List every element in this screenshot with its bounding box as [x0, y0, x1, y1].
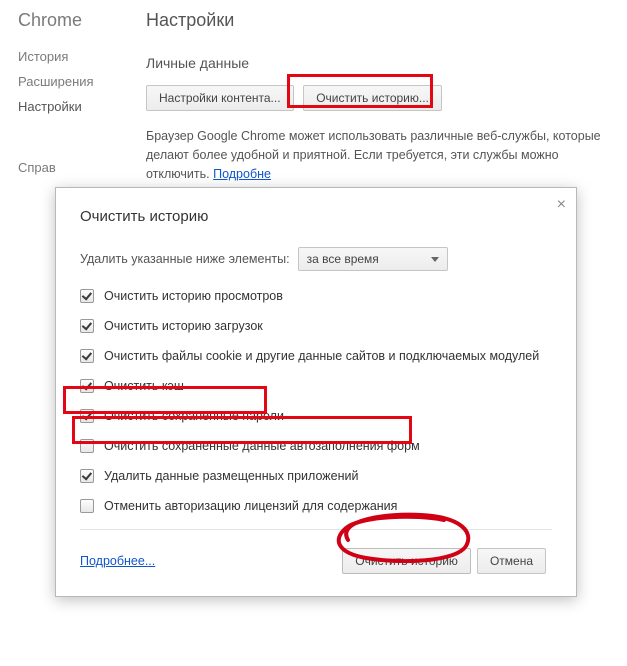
check-row-passwords: Очистить сохраненные пароли [80, 407, 552, 425]
app-title: Chrome [18, 10, 138, 31]
clear-history-dialog: × Очистить историю Удалить указанные ниж… [55, 187, 577, 597]
check-row-downloads: Очистить историю загрузок [80, 317, 552, 335]
time-range-value: за все время [307, 252, 379, 266]
checkbox-passwords[interactable] [80, 409, 94, 423]
checkbox-label: Очистить файлы cookie и другие данные са… [104, 349, 539, 363]
checkbox-cookies[interactable] [80, 349, 94, 363]
time-range-select[interactable]: за все время [298, 247, 448, 271]
chevron-down-icon [431, 257, 439, 262]
confirm-clear-button[interactable]: Очистить историю [342, 548, 471, 574]
checkbox-autofill[interactable] [80, 439, 94, 453]
checkbox-cache[interactable] [80, 379, 94, 393]
checkbox-label: Очистить кэш [104, 379, 184, 393]
checkbox-label: Удалить данные размещенных приложений [104, 469, 358, 483]
checkbox-label: Очистить сохраненные данные автозаполнен… [104, 439, 420, 453]
dialog-more-link[interactable]: Подробнее... [80, 554, 155, 568]
sidebar-item-help[interactable]: Справ [18, 160, 138, 175]
checkbox-licenses[interactable] [80, 499, 94, 513]
learn-more-link[interactable]: Подробне [213, 167, 271, 181]
checkbox-downloads[interactable] [80, 319, 94, 333]
desc-line-2: более удобной и приятной. Если требуется… [146, 148, 559, 181]
services-description: Браузер Google Chrome может использовать… [146, 127, 609, 183]
sidebar: Chrome История Расширения Настройки Спра… [18, 8, 138, 185]
dialog-title: Очистить историю [80, 208, 552, 225]
sidebar-item-settings[interactable]: Настройки [18, 99, 138, 114]
sidebar-item-extensions[interactable]: Расширения [18, 74, 138, 89]
check-row-licenses: Отменить авторизацию лицензий для содерж… [80, 497, 552, 515]
sidebar-item-history[interactable]: История [18, 49, 138, 64]
check-row-cookies: Очистить файлы cookie и другие данные са… [80, 347, 552, 365]
delete-range-label: Удалить указанные ниже элементы: [80, 252, 290, 266]
checkbox-label: Очистить историю просмотров [104, 289, 283, 303]
checkbox-label: Очистить историю загрузок [104, 319, 263, 333]
page-title: Настройки [146, 10, 609, 31]
cancel-button[interactable]: Отмена [477, 548, 546, 574]
check-row-browsing: Очистить историю просмотров [80, 287, 552, 305]
check-row-cache: Очистить кэш [80, 377, 552, 395]
main-content: Настройки Личные данные Настройки контен… [138, 8, 609, 185]
section-personal-title: Личные данные [146, 55, 609, 71]
check-row-autofill: Очистить сохраненные данные автозаполнен… [80, 437, 552, 455]
checkbox-label: Отменить авторизацию лицензий для содерж… [104, 499, 397, 513]
checkbox-label: Очистить сохраненные пароли [104, 409, 284, 423]
close-icon[interactable]: × [557, 196, 566, 214]
check-row-hosted-apps: Удалить данные размещенных приложений [80, 467, 552, 485]
checkbox-hosted-apps[interactable] [80, 469, 94, 483]
clear-history-button[interactable]: Очистить историю... [303, 85, 442, 111]
content-settings-button[interactable]: Настройки контента... [146, 85, 294, 111]
checkbox-browsing[interactable] [80, 289, 94, 303]
